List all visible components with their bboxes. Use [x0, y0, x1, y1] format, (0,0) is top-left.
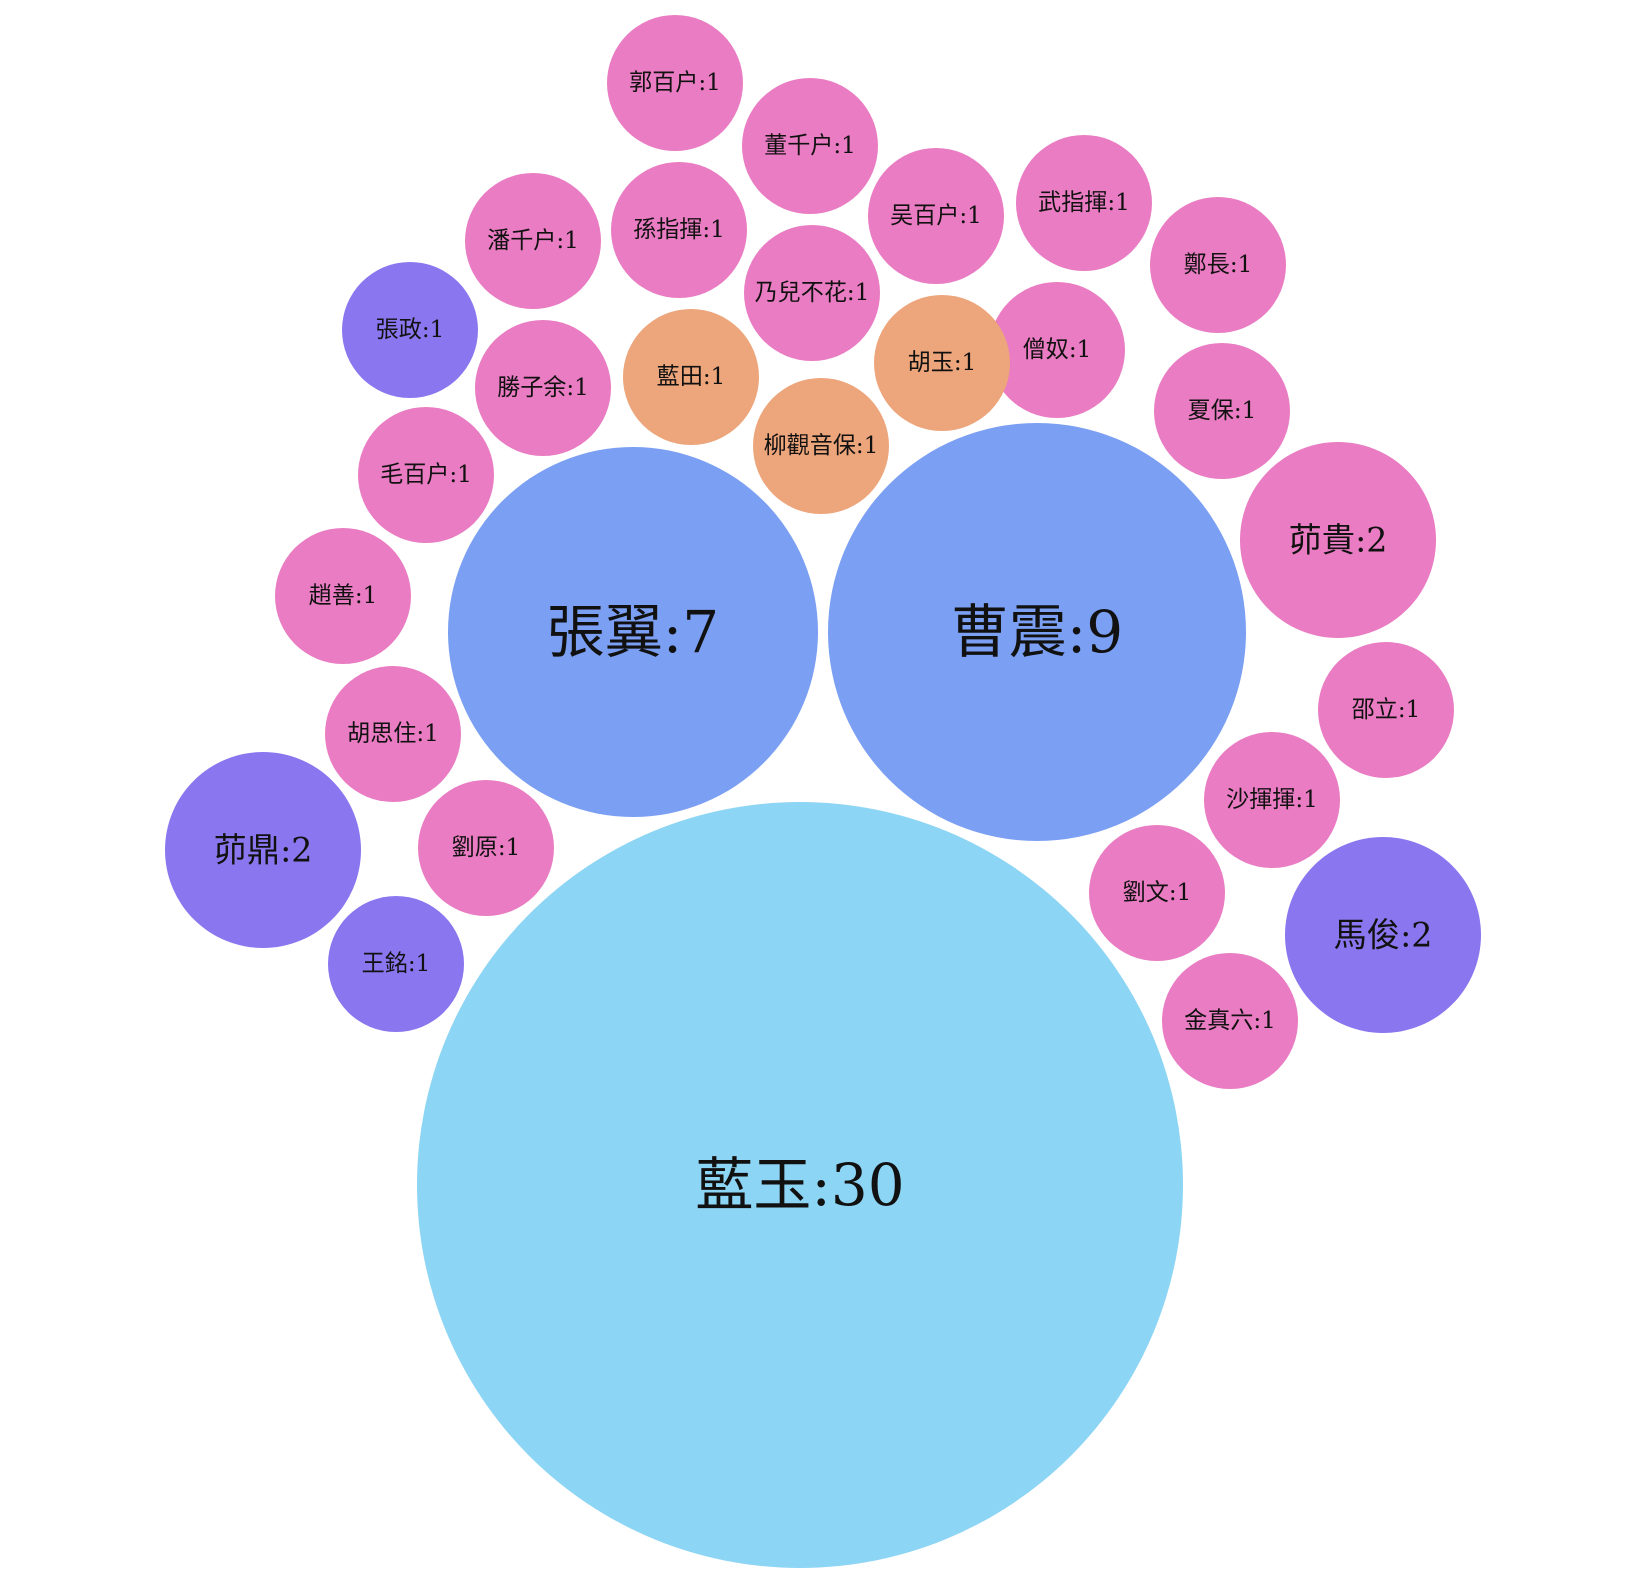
bubble-label: 毛百户:1 — [380, 462, 472, 488]
bubble-node[interactable]: 孫指揮:1 — [611, 162, 747, 298]
bubble-node[interactable]: 僧奴:1 — [989, 282, 1125, 418]
bubble-node[interactable]: 金真六:1 — [1162, 953, 1298, 1089]
bubble-label: 茆鼎:2 — [214, 831, 313, 870]
bubble-label: 胡玉:1 — [908, 350, 977, 376]
bubble-label: 劉文:1 — [1123, 880, 1192, 906]
bubble-node[interactable]: 武指揮:1 — [1016, 135, 1152, 271]
bubble-label: 金真六:1 — [1184, 1008, 1276, 1034]
bubble-node[interactable]: 張翼:7 — [448, 447, 818, 817]
bubble-node[interactable]: 郭百户:1 — [607, 15, 743, 151]
bubble-node[interactable]: 曹震:9 — [828, 423, 1246, 841]
bubble-node[interactable]: 董千户:1 — [742, 78, 878, 214]
bubble-label: 鄭長:1 — [1184, 252, 1253, 278]
bubble-node[interactable]: 藍田:1 — [623, 309, 759, 445]
bubble-label: 張翼:7 — [547, 598, 719, 666]
bubble-node[interactable]: 王銘:1 — [328, 896, 464, 1032]
bubble-node[interactable]: 胡思住:1 — [325, 666, 461, 802]
bubble-label: 藍田:1 — [657, 364, 726, 390]
bubble-label: 邵立:1 — [1352, 697, 1421, 723]
bubble-label: 茆貴:2 — [1289, 521, 1388, 560]
bubble-label: 勝子余:1 — [497, 375, 589, 401]
bubble-node[interactable]: 馬俊:2 — [1285, 837, 1481, 1033]
bubble-node[interactable]: 茆鼎:2 — [165, 752, 361, 948]
bubble-label: 馬俊:2 — [1334, 916, 1433, 955]
bubble-label: 柳觀音保:1 — [764, 433, 879, 459]
bubble-label: 董千户:1 — [764, 133, 856, 159]
bubble-chart-container: 藍玉:30 曹震:9 張翼:7 茆貴:2 茆鼎:2 馬俊:2 郭百户:1 董千户:1 孫指揮:1… — [0, 0, 1652, 1586]
bubble-label: 夏保:1 — [1188, 398, 1257, 424]
bubble-label: 王銘:1 — [362, 951, 431, 977]
bubble-label: 乃兒不花:1 — [755, 280, 870, 306]
bubble-node[interactable]: 夏保:1 — [1154, 343, 1290, 479]
bubble-node[interactable]: 吴百户:1 — [868, 148, 1004, 284]
bubble-label: 郭百户:1 — [629, 70, 721, 96]
bubble-label: 武指揮:1 — [1038, 190, 1130, 216]
bubble-label: 孫指揮:1 — [633, 217, 725, 243]
bubble-label: 曹震:9 — [951, 598, 1123, 666]
bubble-label: 潘千户:1 — [487, 228, 579, 254]
bubble-node[interactable]: 柳觀音保:1 — [753, 378, 889, 514]
bubble-node[interactable]: 邵立:1 — [1318, 642, 1454, 778]
bubble-node[interactable]: 鄭長:1 — [1150, 197, 1286, 333]
bubble-node[interactable]: 劉文:1 — [1089, 825, 1225, 961]
bubble-node[interactable]: 趙善:1 — [275, 528, 411, 664]
bubble-label: 沙揮揮:1 — [1226, 787, 1318, 813]
bubble-node[interactable]: 乃兒不花:1 — [744, 225, 880, 361]
bubble-node[interactable]: 胡玉:1 — [874, 295, 1010, 431]
bubble-chart: 藍玉:30 曹震:9 張翼:7 茆貴:2 茆鼎:2 馬俊:2 郭百户:1 董千户:1 孫指揮:1… — [165, 15, 1481, 1568]
bubble-label: 吴百户:1 — [890, 203, 982, 229]
bubble-label: 僧奴:1 — [1023, 337, 1092, 363]
bubble-node[interactable]: 藍玉:30 — [417, 802, 1183, 1568]
bubble-label: 藍玉:30 — [695, 1151, 904, 1219]
bubble-label: 胡思住:1 — [347, 721, 439, 747]
bubble-node[interactable]: 茆貴:2 — [1240, 442, 1436, 638]
bubble-node[interactable]: 勝子余:1 — [475, 320, 611, 456]
bubble-node[interactable]: 潘千户:1 — [465, 173, 601, 309]
bubble-label: 趙善:1 — [309, 583, 378, 609]
bubble-label: 張政:1 — [376, 317, 445, 343]
bubble-node[interactable]: 張政:1 — [342, 262, 478, 398]
bubble-node[interactable]: 劉原:1 — [418, 780, 554, 916]
bubble-node[interactable]: 沙揮揮:1 — [1204, 732, 1340, 868]
bubble-label: 劉原:1 — [452, 835, 521, 861]
bubble-node[interactable]: 毛百户:1 — [358, 407, 494, 543]
